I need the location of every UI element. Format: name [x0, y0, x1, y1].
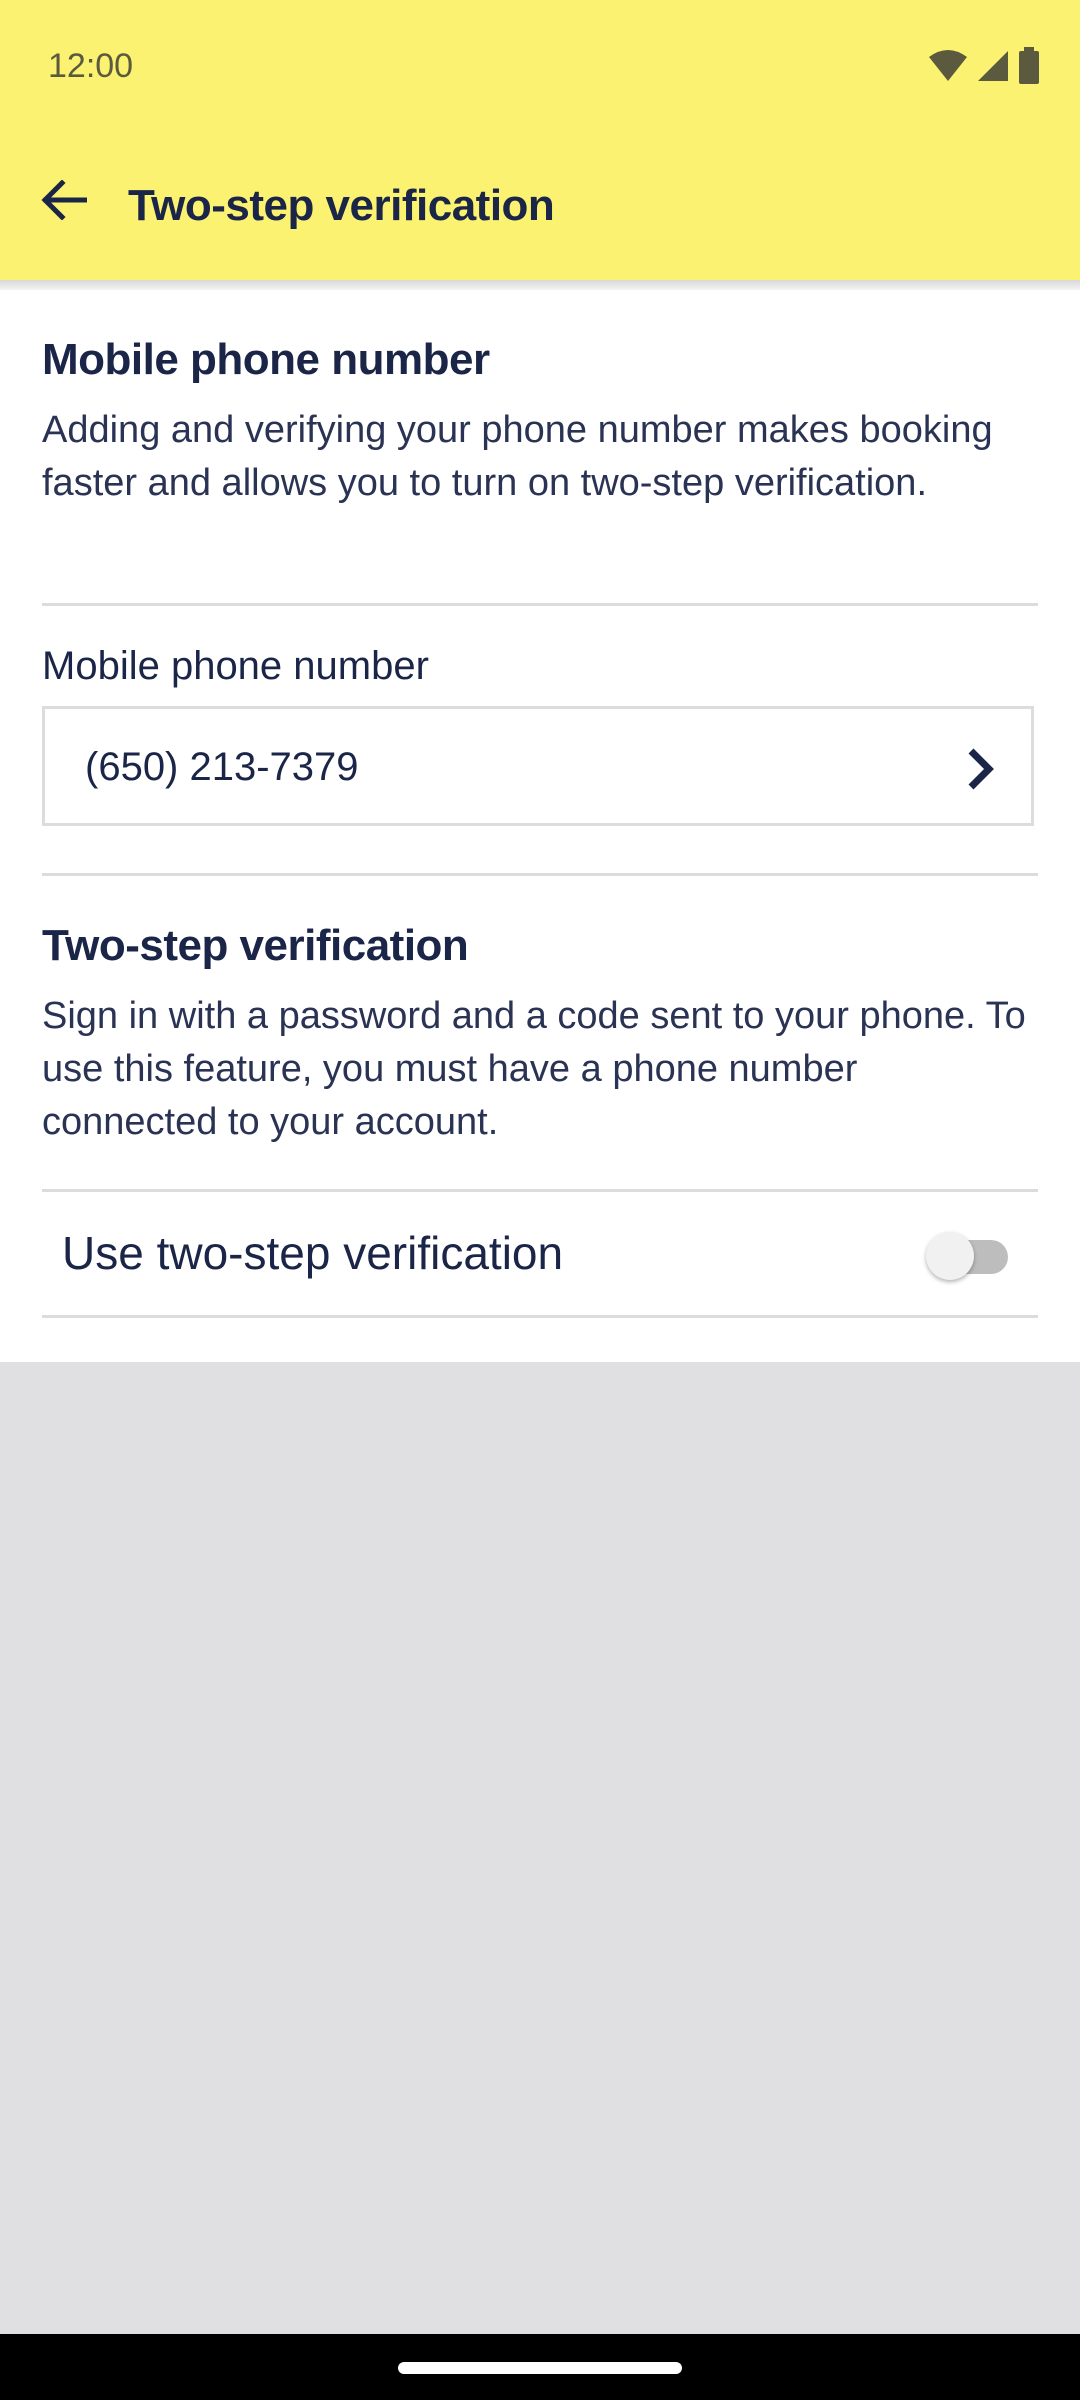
two-step-toggle-label: Use two-step verification — [62, 1227, 564, 1279]
divider — [42, 873, 1038, 876]
arrow-back-icon[interactable] — [30, 166, 98, 234]
two-step-section-description: Sign in with a password and a code sent … — [42, 995, 1026, 1143]
settings-content: Mobile phone number Adding and verifying… — [0, 290, 1080, 1362]
phone-number-value: (650) 213-7379 — [85, 745, 359, 789]
divider — [42, 1315, 1038, 1318]
toggle-thumb — [926, 1232, 974, 1280]
two-step-toggle[interactable] — [926, 1232, 1010, 1280]
two-step-section-heading: Two-step verification — [42, 921, 469, 970]
phone-number-field[interactable]: (650) 213-7379 — [42, 706, 1034, 826]
home-indicator[interactable] — [398, 2362, 682, 2374]
two-step-toggle-row[interactable]: Use two-step verification — [42, 1192, 1038, 1314]
cellular-signal-icon — [978, 51, 1008, 81]
battery-icon — [1019, 47, 1039, 84]
app-bar: 12:00 Two-step verification — [0, 0, 1080, 280]
system-nav-bar — [0, 2334, 1080, 2400]
chevron-right-icon — [968, 748, 994, 790]
status-time: 12:00 — [48, 47, 134, 85]
app-bar-shadow — [0, 280, 1080, 290]
phone-field-label: Mobile phone number — [42, 644, 429, 688]
status-icons — [928, 46, 1040, 86]
divider — [42, 603, 1038, 606]
wifi-icon — [929, 50, 967, 81]
phone-section-description: Adding and verifying your phone number m… — [42, 409, 993, 504]
phone-section-heading: Mobile phone number — [42, 335, 490, 384]
page-title: Two-step verification — [128, 181, 555, 230]
